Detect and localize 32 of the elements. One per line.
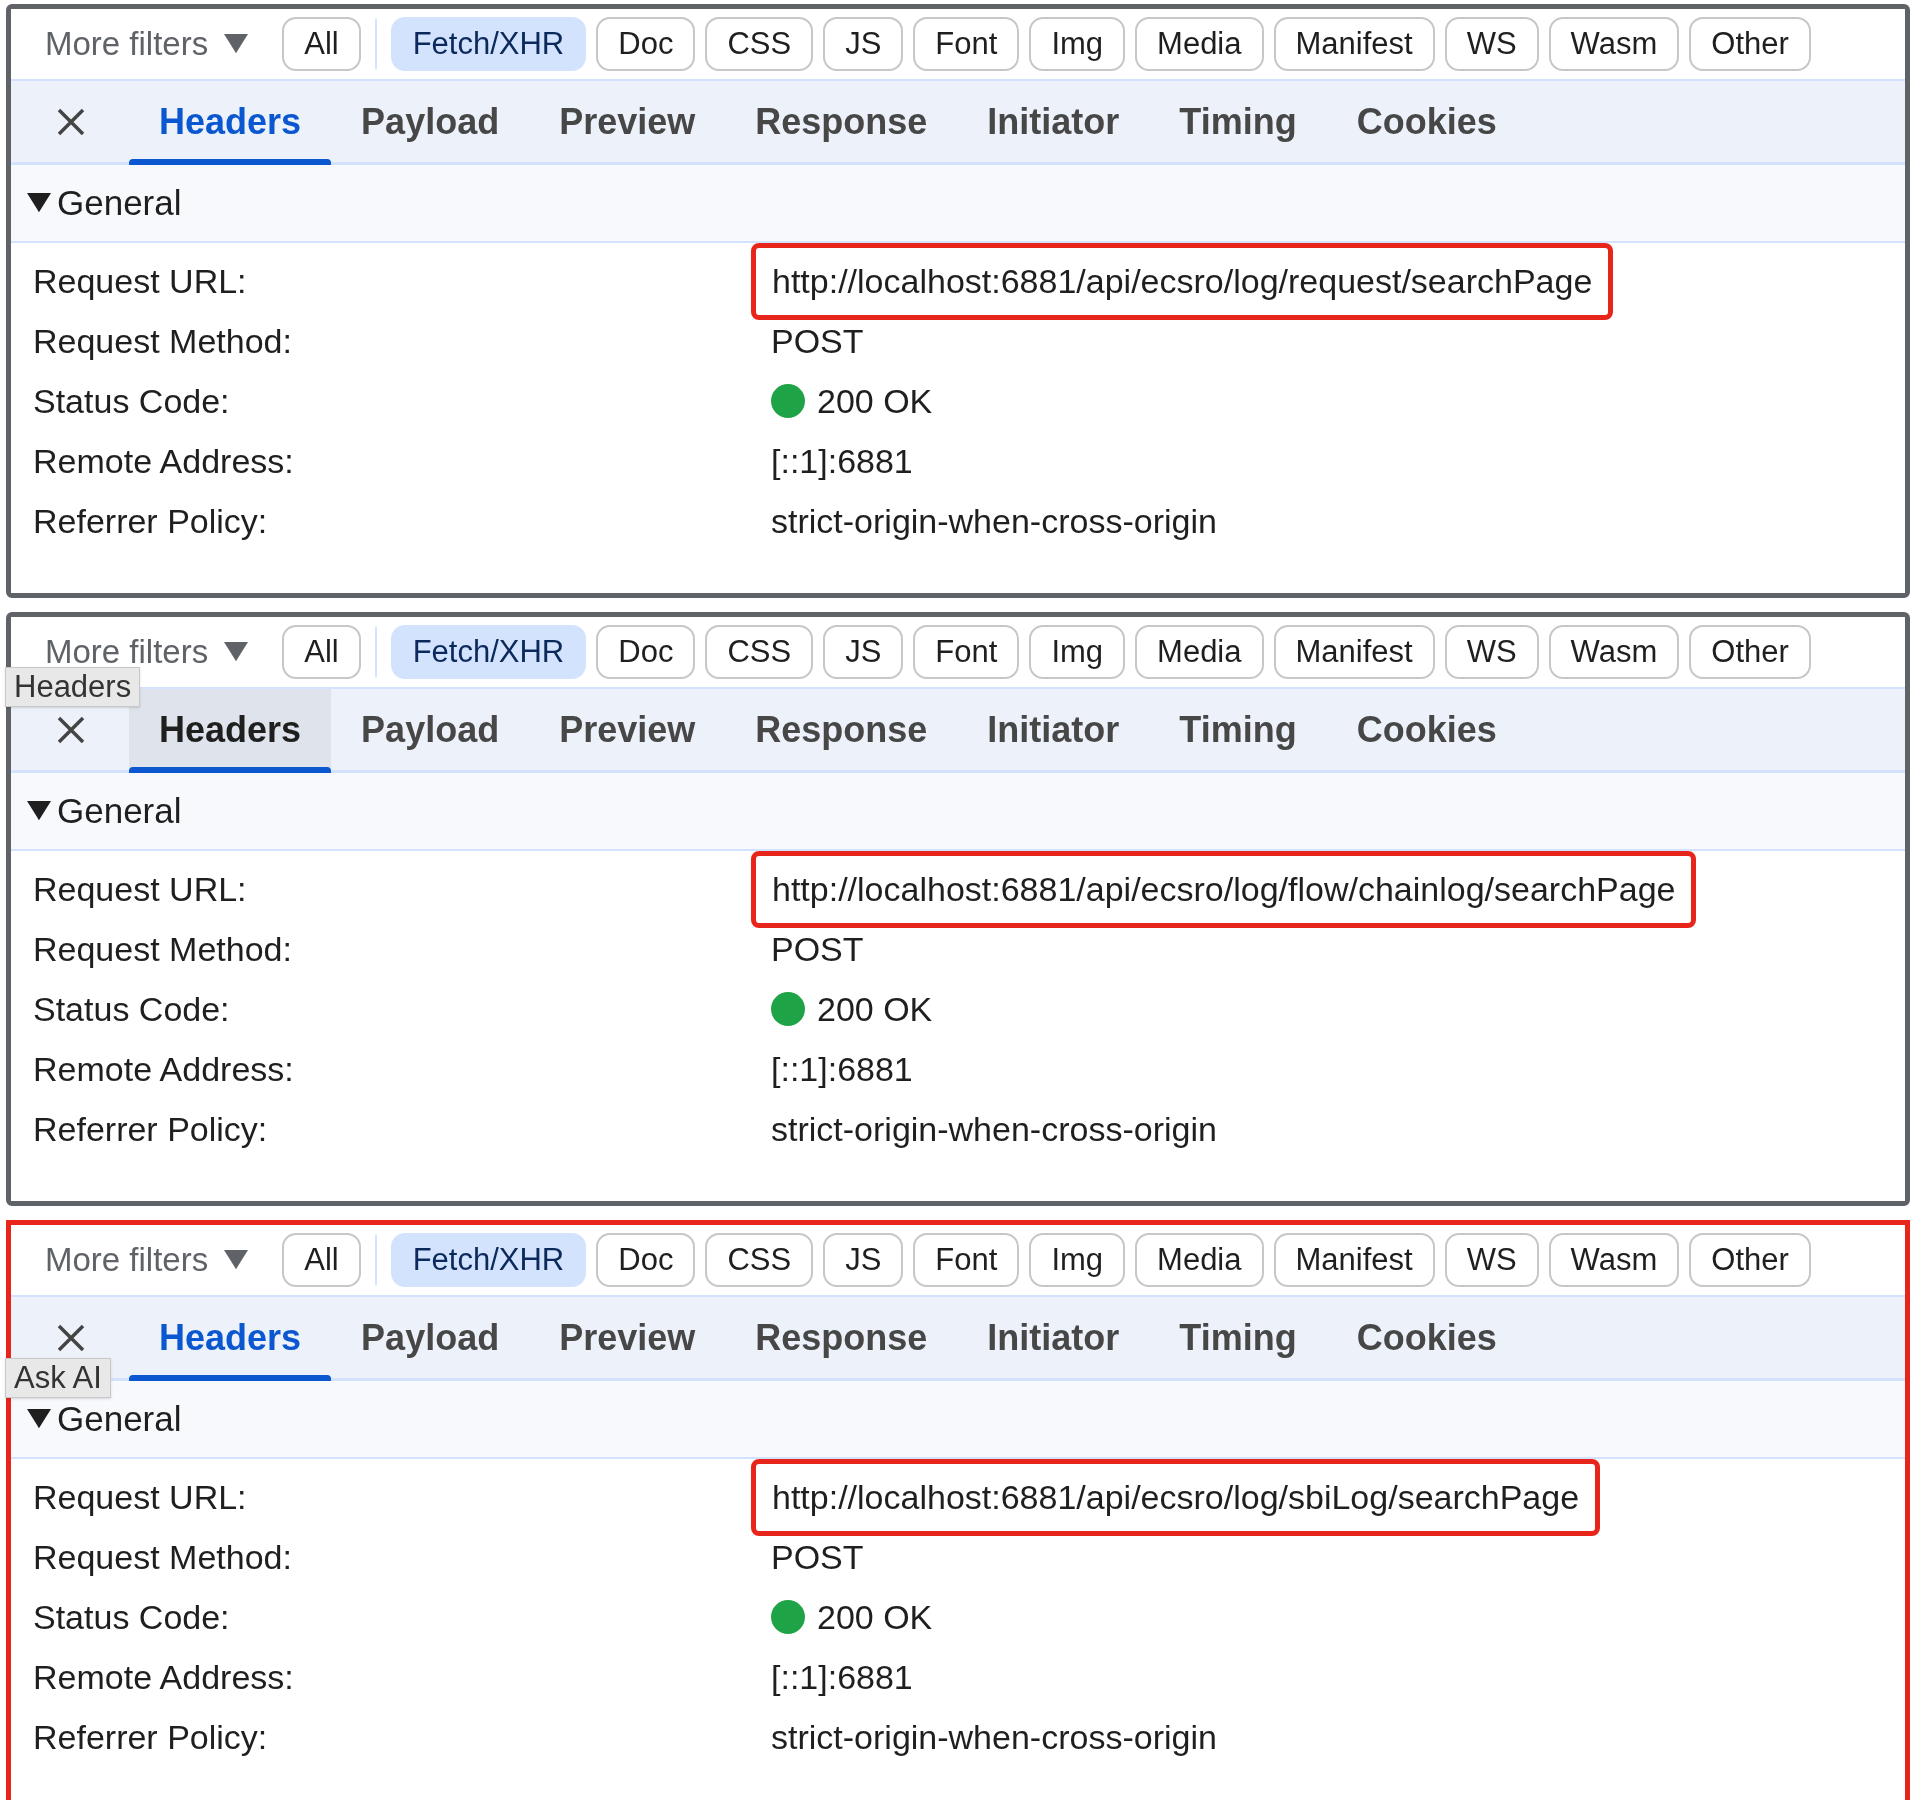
header-value: [::1]:6881: [771, 440, 913, 482]
header-value: POST: [771, 928, 864, 970]
header-value: 200 OK: [817, 1596, 933, 1638]
header-name: Request URL:: [32, 260, 248, 302]
header-value: POST: [771, 320, 864, 362]
header-value: 200 OK: [817, 988, 933, 1030]
tooltip: Headers: [5, 667, 141, 707]
header-name: Status Code:: [32, 380, 231, 422]
header-name: Remote Address:: [32, 440, 295, 482]
request-url: http://localhost:6881/api/ecsro/log/sbiLog/searchPage: [751, 1458, 1601, 1536]
header-name: Status Code:: [32, 988, 231, 1030]
header-name: Request Method:: [32, 320, 293, 362]
header-value: strict-origin-when-cross-origin: [771, 1716, 1217, 1758]
header-name: Referrer Policy:: [32, 500, 269, 542]
header-name: Referrer Policy:: [32, 1108, 269, 1150]
header-value: POST: [771, 1536, 864, 1578]
header-value: strict-origin-when-cross-origin: [771, 1108, 1217, 1150]
header-value: 200 OK: [817, 380, 933, 422]
tooltip: Ask AI: [5, 1358, 111, 1398]
header-name: Request URL:: [32, 1476, 248, 1518]
header-name: Request Method:: [32, 1536, 293, 1578]
header-name: Request Method:: [32, 928, 293, 970]
header-name: Request URL:: [32, 868, 248, 910]
request-url: http://localhost:6881/api/ecsro/log/request/searchPage: [751, 242, 1614, 320]
header-value: strict-origin-when-cross-origin: [771, 500, 1217, 542]
header-name: Remote Address:: [32, 1048, 295, 1090]
header-name: Remote Address:: [32, 1656, 295, 1698]
header-value: [::1]:6881: [771, 1048, 913, 1090]
request-url: http://localhost:6881/api/ecsro/log/flow/chainlog/searchPage: [751, 850, 1697, 928]
header-name: Status Code:: [32, 1596, 231, 1638]
header-name: Referrer Policy:: [32, 1716, 269, 1758]
header-value: [::1]:6881: [771, 1656, 913, 1698]
